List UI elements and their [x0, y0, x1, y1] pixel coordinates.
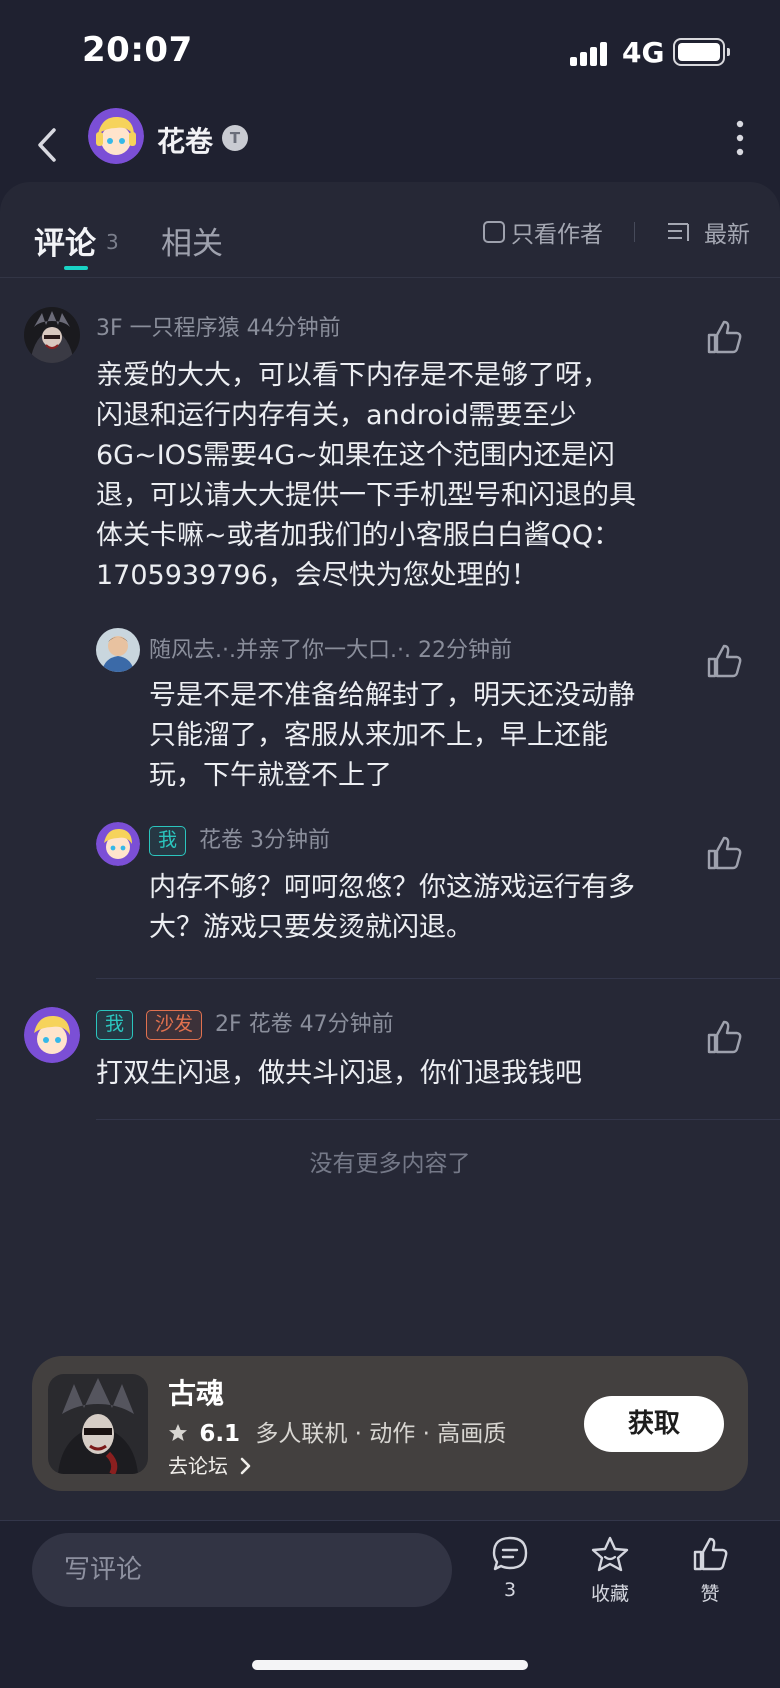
divider: [634, 222, 635, 242]
reply-meta: 随风去.·.并亲了你一大口.·. 22分钟前: [149, 638, 512, 663]
favorite-button[interactable]: 收藏: [570, 1535, 650, 1606]
back-arrow-icon[interactable]: [30, 120, 70, 170]
get-game-button[interactable]: 获取: [584, 1396, 724, 1452]
game-cover-image: [48, 1374, 148, 1474]
author-only-label: 只看作者: [511, 222, 603, 248]
tab-bar: 评论 3 相关 只看作者 最新: [0, 182, 780, 278]
tab-active-indicator: [64, 266, 88, 270]
favorite-label: 收藏: [590, 1583, 629, 1605]
thumbs-up-icon: [693, 1537, 728, 1571]
reply-meta-row: 我 花卷 3分钟前: [149, 824, 330, 858]
comments-button[interactable]: 3: [470, 1535, 550, 1601]
nav-bar: 花卷 T: [0, 100, 780, 190]
comment-divider: [96, 978, 780, 979]
status-bar: 20:07 4G: [0, 0, 780, 100]
comment-count: 3: [503, 1579, 517, 1601]
comment-meta: 2F 花卷 47分钟前: [215, 1012, 394, 1037]
reply-avatar[interactable]: [96, 628, 140, 672]
sort-label: 最新: [704, 222, 750, 248]
reply-body: 号是不是不准备给解封了，明天还没动静 只能溜了，客服从来加不上，早上还能 玩，下…: [149, 680, 635, 791]
like-icon[interactable]: [705, 642, 743, 680]
game-tags: 多人联机 · 动作 · 高画质: [255, 1421, 507, 1447]
comment-divider: [96, 1119, 780, 1120]
home-indicator[interactable]: [252, 1660, 528, 1670]
battery-icon: [673, 38, 730, 66]
tab-comments[interactable]: 评论: [34, 218, 96, 263]
like-label: 赞: [700, 1583, 720, 1605]
game-title: 古魂: [168, 1377, 225, 1410]
no-more-content: 没有更多内容了: [309, 1151, 471, 1177]
forum-link[interactable]: 去论坛: [168, 1450, 252, 1479]
author-only-toggle[interactable]: 只看作者: [483, 216, 603, 248]
like-icon[interactable]: [705, 1018, 743, 1056]
me-tag: 我: [149, 826, 187, 856]
comment-body: 打双生闪退，做共斗闪退，你们退我钱吧: [96, 1058, 582, 1089]
user-level-badge: T: [222, 125, 248, 151]
checkbox-icon[interactable]: [483, 221, 505, 243]
more-options-icon[interactable]: [730, 118, 750, 158]
reply-meta: 花卷 3分钟前: [199, 828, 331, 853]
star-outline-icon: [591, 1536, 629, 1572]
comment-bubble-icon: [492, 1536, 528, 1571]
signal-icon: [570, 40, 610, 66]
comment-meta: 3F 一只程序猿 44分钟前: [96, 316, 341, 341]
write-comment-input[interactable]: 写评论: [32, 1533, 452, 1607]
commenter-avatar[interactable]: [24, 1007, 80, 1063]
sort-button[interactable]: 最新: [666, 216, 750, 248]
tab-related[interactable]: 相关: [161, 218, 223, 263]
forum-link-label: 去论坛: [168, 1454, 228, 1478]
status-time: 20:07: [82, 30, 193, 70]
author-avatar[interactable]: [88, 108, 144, 164]
like-button[interactable]: 赞: [670, 1535, 750, 1606]
game-card[interactable]: 古魂 6.1 多人联机 · 动作 · 高画质 去论坛 获取: [32, 1356, 748, 1491]
me-tag: 我: [96, 1010, 134, 1040]
author-name[interactable]: 花卷: [157, 120, 213, 160]
comment-meta-row: 我 沙发 2F 花卷 47分钟前: [96, 1008, 394, 1042]
game-rating: 6.1: [199, 1421, 241, 1447]
game-info: 6.1 多人联机 · 动作 · 高画质: [168, 1414, 506, 1448]
tab-comments-count: 3: [106, 230, 119, 254]
like-icon[interactable]: [705, 834, 743, 872]
sort-icon: [668, 223, 689, 241]
chevron-right-icon: [241, 1457, 251, 1475]
comment-body: 亲爱的大大，可以看下内存是不是够了呀， 闪退和运行内存有关，android需要至…: [96, 360, 636, 591]
like-icon[interactable]: [705, 318, 743, 356]
reply-body: 内存不够？呵呵忽悠？你这游戏运行有多 大？游戏只要发烫就闪退。: [149, 872, 635, 943]
reply-avatar[interactable]: [96, 822, 140, 866]
sofa-tag: 沙发: [146, 1010, 203, 1040]
network-type: 4G: [622, 36, 665, 69]
star-icon: [169, 1424, 187, 1441]
commenter-avatar[interactable]: [24, 307, 80, 363]
